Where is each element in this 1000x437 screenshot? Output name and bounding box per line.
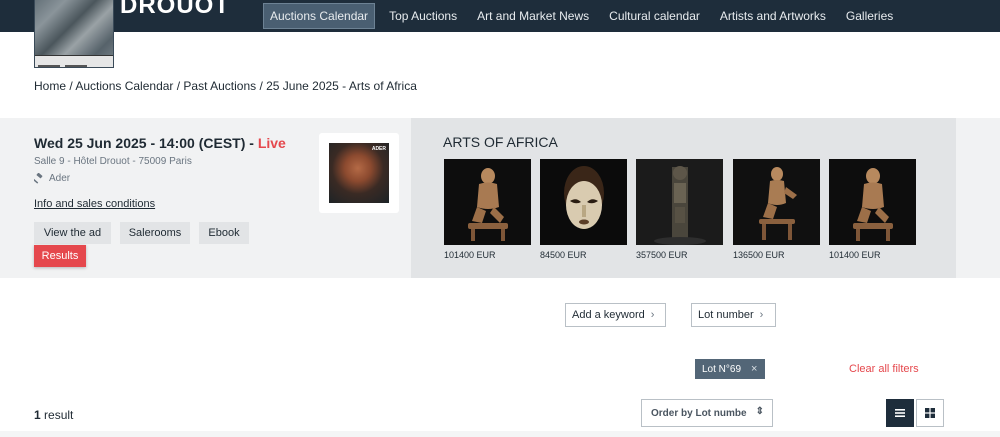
grid-icon bbox=[925, 408, 935, 418]
results-number: 1 bbox=[34, 408, 41, 422]
order-by-value: Order by Lot numbe bbox=[651, 407, 747, 419]
catalogue-cover[interactable]: ADER bbox=[319, 133, 399, 213]
lot-card[interactable]: 101400 EUR bbox=[829, 159, 916, 260]
list-view-button[interactable] bbox=[886, 399, 914, 427]
ebook-button[interactable]: Ebook bbox=[199, 222, 249, 244]
lot-price: 101400 EUR bbox=[829, 250, 881, 260]
lot-price: 101400 EUR bbox=[444, 250, 496, 260]
lot-price: 357500 EUR bbox=[636, 250, 688, 260]
nav-galleries[interactable]: Galleries bbox=[840, 4, 899, 28]
add-keyword-filter[interactable]: Add a keyword › bbox=[565, 303, 666, 327]
chevron-right-icon: › bbox=[650, 309, 655, 321]
sale-location: Salle 9 - Hôtel Drouot - 75009 Paris bbox=[34, 156, 192, 167]
lot-image[interactable] bbox=[540, 159, 627, 245]
nav-cultural-calendar[interactable]: Cultural calendar bbox=[603, 4, 706, 28]
grid-view-button[interactable] bbox=[916, 399, 944, 427]
info-sales-conditions-link[interactable]: Info and sales conditions bbox=[34, 198, 155, 210]
sort-arrows-icon: ⇕ bbox=[755, 406, 764, 417]
nav-top-auctions[interactable]: Top Auctions bbox=[383, 4, 463, 28]
sale-date-text: Wed 25 Jun 2025 - 14:00 (CEST) - bbox=[34, 135, 258, 151]
live-status: Live bbox=[257, 135, 286, 151]
sale-date: Wed 25 Jun 2025 - 14:00 (CEST) - Live bbox=[34, 135, 286, 151]
breadcrumb[interactable]: Home / Auctions Calendar / Past Auctions… bbox=[34, 79, 417, 93]
top-navigation: DROUOT Auctions Calendar Top Auctions Ar… bbox=[0, 0, 1000, 68]
results-button[interactable]: Results bbox=[34, 245, 86, 267]
add-keyword-label: Add a keyword bbox=[572, 309, 645, 321]
magazine-cover-strip bbox=[35, 55, 113, 67]
nav-auctions-calendar[interactable]: Auctions Calendar bbox=[263, 3, 376, 29]
lot-card[interactable]: 136500 EUR bbox=[733, 159, 820, 260]
lot-number-label: Lot number bbox=[698, 309, 754, 321]
nav-artists-artworks[interactable]: Artists and Artworks bbox=[714, 4, 832, 28]
view-ad-button[interactable]: View the ad bbox=[34, 222, 111, 244]
remove-filter-icon[interactable]: × bbox=[751, 363, 757, 375]
results-list-edge bbox=[0, 431, 1000, 437]
lot-price: 136500 EUR bbox=[733, 250, 785, 260]
magazine-cover-thumbnail[interactable] bbox=[34, 0, 114, 68]
list-icon bbox=[895, 409, 905, 417]
lot-image[interactable] bbox=[444, 159, 531, 245]
auction-house-name: Ader bbox=[49, 173, 71, 184]
lot-card[interactable]: 101400 EUR bbox=[444, 159, 531, 260]
sale-header: Wed 25 Jun 2025 - 14:00 (CEST) - Live Sa… bbox=[0, 118, 1000, 278]
main-menu: Auctions Calendar Top Auctions Art and M… bbox=[263, 0, 907, 32]
catalogue-brand: ADER bbox=[371, 146, 386, 152]
chevron-right-icon: › bbox=[759, 309, 764, 321]
lot-image[interactable] bbox=[829, 159, 916, 245]
lot-price: 84500 EUR bbox=[540, 250, 587, 260]
lot-number-filter[interactable]: Lot number › bbox=[691, 303, 776, 327]
active-filter-label: Lot N°69 bbox=[702, 363, 742, 375]
lot-image[interactable] bbox=[733, 159, 820, 245]
clear-all-filters-link[interactable]: Clear all filters bbox=[849, 363, 919, 375]
lot-image[interactable] bbox=[636, 159, 723, 245]
salerooms-button[interactable]: Salerooms bbox=[120, 222, 190, 244]
catalogue-cover-image: ADER bbox=[329, 143, 389, 203]
sale-title: ARTS OF AFRICA bbox=[443, 134, 558, 150]
lot-card[interactable]: 357500 EUR bbox=[636, 159, 723, 260]
results-label: result bbox=[40, 408, 74, 422]
active-filter-chip: Lot N°69 × bbox=[695, 359, 765, 379]
results-count: 1 result bbox=[34, 408, 73, 422]
gavel-icon bbox=[34, 173, 43, 184]
sale-highlights: ARTS OF AFRICA 101400 EUR 84500 EUR 3575… bbox=[411, 118, 956, 278]
nav-art-market-news[interactable]: Art and Market News bbox=[471, 4, 595, 28]
order-by-select[interactable]: Order by Lot numbe ⇕ bbox=[641, 399, 773, 427]
lot-card[interactable]: 84500 EUR bbox=[540, 159, 627, 260]
site-logo[interactable]: DROUOT bbox=[120, 0, 230, 20]
auction-house[interactable]: Ader bbox=[34, 173, 70, 184]
